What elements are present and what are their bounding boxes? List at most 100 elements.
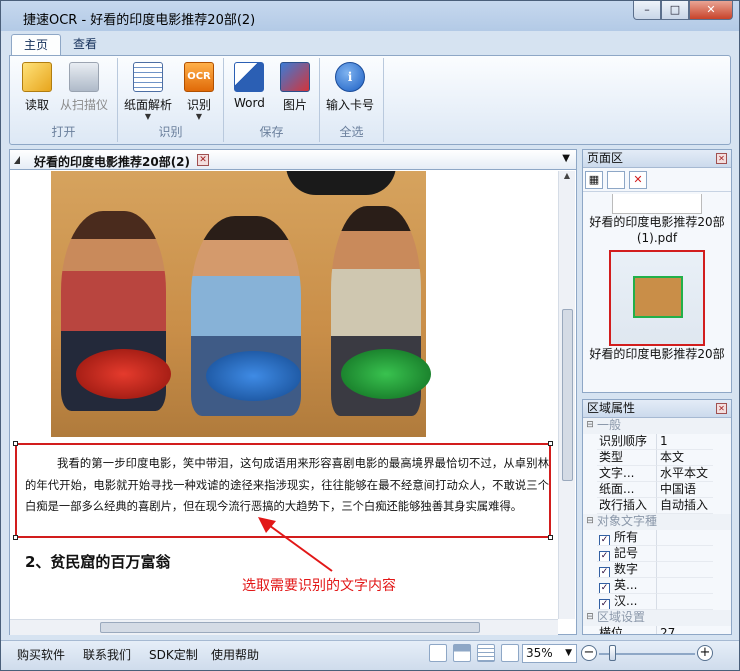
checkbox[interactable]: ✓ (599, 535, 610, 545)
buy-link[interactable]: 购买软件 (17, 646, 65, 663)
delete-icon[interactable]: ✕ (629, 171, 647, 189)
text-view-icon[interactable] (477, 644, 495, 662)
split-view-icon[interactable] (501, 644, 519, 662)
property-grid[interactable]: ⊟ 一般 识别顺序 1 类型 本文 文字... 水平本文 纸面... 中国语 改行插入 自动… (583, 418, 731, 634)
check-row[interactable]: ✓ 汉... (583, 594, 731, 610)
contact-link[interactable]: 联系我们 (83, 646, 131, 663)
check-row[interactable]: ✓ 所有 (583, 530, 731, 546)
image-view-icon[interactable] (453, 644, 471, 662)
category-char-type[interactable]: ⊟ 对象文字種 (583, 514, 731, 530)
maximize-button[interactable]: □ (661, 1, 689, 20)
scanner-icon (69, 62, 99, 92)
save-image-button[interactable]: 图片 (280, 62, 310, 113)
scroll-up-icon[interactable]: ▲ (559, 171, 575, 180)
checkbox[interactable]: ✓ (599, 567, 610, 577)
selected-paragraph: 我看的第一步印度电影，笑中带泪，这句成语用来形容喜剧电影的最高境界最恰切不过，从… (25, 457, 549, 513)
fit-view-icon[interactable] (429, 644, 447, 662)
thumbnail-1[interactable] (612, 194, 702, 214)
group-label-open: 打开 (51, 125, 76, 139)
annotation-text: 选取需要识别的文字内容 (242, 578, 396, 594)
document-tab[interactable]: 好看的印度电影推荐20部(2) ✕ ▼ (10, 150, 576, 170)
region-properties-panel: 区域属性 ✕ ⊟ 一般 识别顺序 1 类型 本文 文字... 水平本文 纸面... 中国语… (582, 399, 732, 635)
document-tab-title: 好看的印度电影推荐20部(2) (34, 155, 191, 169)
resize-handle[interactable] (548, 535, 553, 540)
props-panel-title: 区域属性 (587, 401, 636, 415)
ribbon: 读取 从扫描仪 打开 纸面解析 ▼ OCR 识别 ▼ 识别 Word 图片 保存… (9, 55, 731, 145)
doc-tab-marker-icon (14, 156, 20, 164)
horizontal-scroll-thumb[interactable] (100, 622, 480, 633)
zoom-out-icon[interactable]: − (581, 645, 597, 661)
recognize-button[interactable]: OCR 识别 ▼ (184, 62, 214, 121)
resize-handle[interactable] (13, 441, 18, 446)
close-tab-icon[interactable]: ✕ (197, 154, 209, 166)
tab-view[interactable]: 查看 (61, 34, 109, 56)
movie-photo (51, 171, 431, 437)
thumbnail-list[interactable]: 好看的印度电影推荐20部(1).pdf 好看的印度电影推荐20部 (583, 192, 731, 370)
horizontal-scrollbar[interactable] (10, 619, 558, 635)
group-label-save: 保存 (259, 125, 284, 139)
group-label-select: 全选 (339, 125, 364, 139)
save-word-button[interactable]: Word (234, 62, 265, 110)
sdk-link[interactable]: SDK定制 (149, 646, 198, 663)
enter-card-button[interactable]: i 输入卡号 (326, 62, 374, 113)
page-canvas[interactable]: 我看的第一步印度电影，笑中带泪，这句成语用来形容喜剧电影的最高境界最恰切不过，从… (10, 171, 558, 619)
page-panel-header: 页面区 ✕ (583, 150, 731, 168)
info-icon: i (335, 62, 365, 92)
section-heading: 2、贫民窟的百万富翁 (25, 553, 171, 571)
page-panel: 页面区 ✕ ▦ ✕ 好看的印度电影推荐20部(1).pdf 好看的印度电影推荐2… (582, 149, 732, 393)
close-page-panel-icon[interactable]: ✕ (716, 153, 727, 164)
prop-row[interactable]: 类型 本文 (583, 450, 731, 466)
resize-handle[interactable] (548, 441, 553, 446)
page-panel-title: 页面区 (587, 151, 624, 165)
ribbon-tabs: 主页 查看 (11, 34, 109, 56)
status-bar: 购买软件 联系我们 SDK定制 使用帮助 35% ▼ − + (1, 640, 739, 670)
green-seat (341, 349, 431, 399)
group-recognize: 纸面解析 ▼ OCR 识别 ▼ 识别 (118, 58, 224, 142)
thumbnail-2-caption: 好看的印度电影推荐20部 (589, 347, 725, 361)
prop-row[interactable]: 识别顺序 1 (583, 434, 731, 450)
thumbnail-2[interactable] (609, 250, 705, 346)
resize-handle[interactable] (13, 535, 18, 540)
checkbox[interactable]: ✓ (599, 599, 610, 609)
props-panel-header: 区域属性 ✕ (583, 400, 731, 418)
prop-row[interactable]: 文字... 水平本文 (583, 466, 731, 482)
title-bar[interactable]: 捷速OCR - 好看的印度电影推荐20部(2) – □ ✕ (1, 1, 739, 31)
category-region[interactable]: ⊟ 区域设置 (583, 610, 731, 626)
help-link[interactable]: 使用帮助 (211, 646, 259, 663)
tab-home[interactable]: 主页 (11, 34, 62, 56)
group-label-recognize: 识别 (158, 125, 183, 139)
prop-row[interactable]: 改行插入 自动插入 (583, 498, 731, 514)
prop-row[interactable]: 横位... 27 (583, 626, 731, 634)
vertical-scrollbar[interactable]: ▲ (558, 171, 575, 619)
zoom-slider-knob[interactable] (609, 645, 616, 661)
page-panel-toolbar: ▦ ✕ (583, 168, 731, 192)
check-row[interactable]: ✓ 英... (583, 578, 731, 594)
close-button[interactable]: ✕ (689, 1, 733, 20)
close-props-panel-icon[interactable]: ✕ (716, 403, 727, 414)
minimize-button[interactable]: – (633, 1, 661, 20)
scanner-button[interactable]: 从扫描仪 (60, 62, 108, 113)
group-select: i 输入卡号 全选 (320, 58, 384, 142)
tab-dropdown-icon[interactable]: ▼ (562, 153, 570, 164)
blue-seat (206, 351, 301, 401)
zoom-select[interactable]: 35% ▼ (522, 644, 577, 663)
app-window: 捷速OCR - 好看的印度电影推荐20部(2) – □ ✕ 主页 查看 读取 从… (0, 0, 740, 671)
check-row[interactable]: ✓ 記号 (583, 546, 731, 562)
group-open: 读取 从扫描仪 打开 (10, 58, 118, 142)
page-view-icon[interactable]: ▦ (585, 171, 603, 189)
group-save: Word 图片 保存 (224, 58, 320, 142)
zoom-in-icon[interactable]: + (697, 645, 713, 661)
document-view: 好看的印度电影推荐20部(2) ✕ ▼ 我看的第一步印度电影，笑中带泪，这句成语… (9, 149, 577, 635)
blank-page-icon[interactable] (607, 171, 625, 189)
read-button[interactable]: 读取 (22, 62, 52, 113)
thought-bubble (286, 171, 396, 195)
checkbox[interactable]: ✓ (599, 583, 610, 593)
category-general[interactable]: ⊟ 一般 (583, 418, 731, 434)
layout-analysis-button[interactable]: 纸面解析 ▼ (124, 62, 172, 121)
checkbox[interactable]: ✓ (599, 551, 610, 561)
prop-row[interactable]: 纸面... 中国语 (583, 482, 731, 498)
red-seat (76, 349, 171, 399)
word-icon (234, 62, 265, 92)
check-row[interactable]: ✓ 数字 (583, 562, 731, 578)
vertical-scroll-thumb[interactable] (562, 309, 573, 481)
